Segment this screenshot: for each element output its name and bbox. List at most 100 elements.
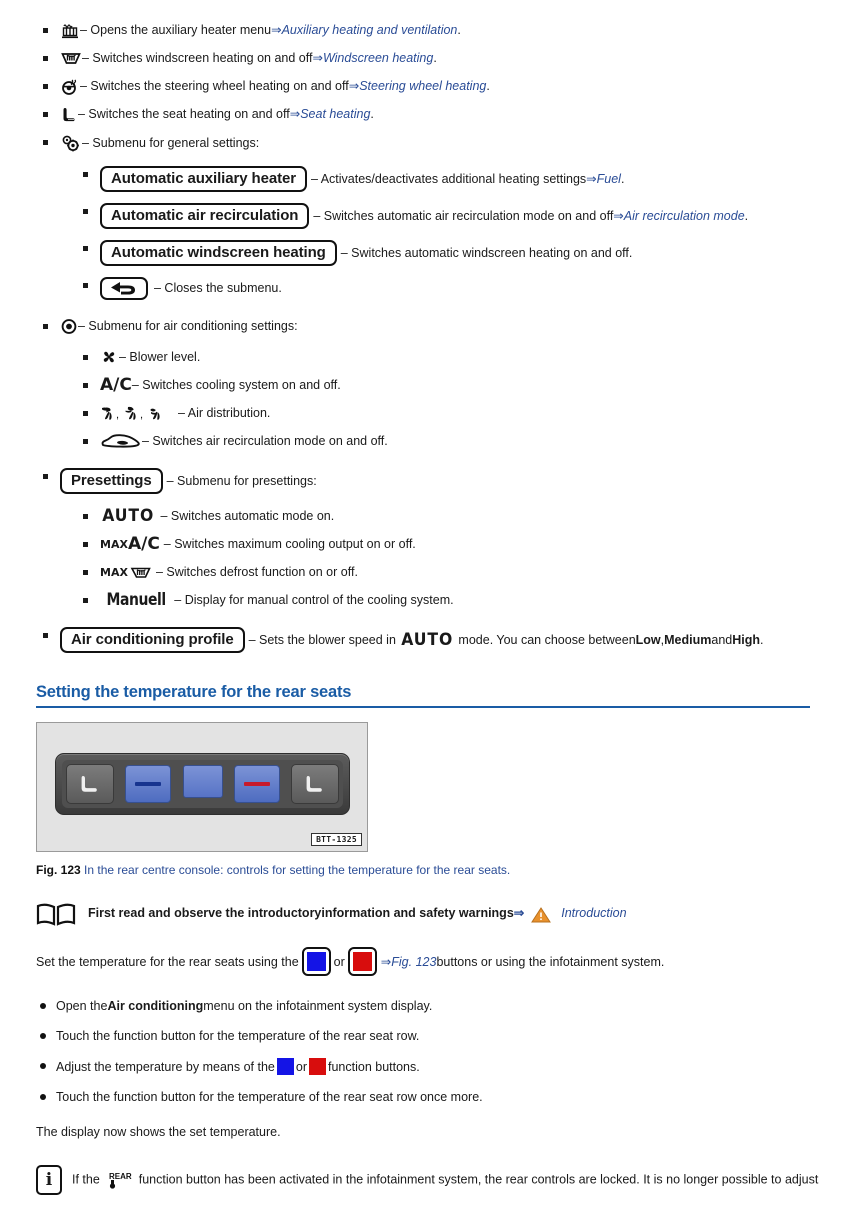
list-item: Touch the function button for the temper…	[40, 1028, 848, 1044]
climate-menu-list: – Opens the auxiliary heater menu ⇒ Auxi…	[0, 22, 848, 653]
document-page: – Opens the auxiliary heater menu ⇒ Auxi…	[0, 22, 848, 1222]
list-item-text: – Opens the auxiliary heater menu	[80, 23, 272, 37]
figure-caption-text: In the rear centre console: controls for…	[80, 863, 511, 877]
step-text-before: Touch the function button for the temper…	[56, 1029, 420, 1043]
list-item-tail: .	[486, 79, 490, 93]
list-item: A/C – Switches cooling system on and off…	[83, 377, 848, 394]
list-item: – Switches the steering wheel heating on…	[43, 78, 848, 95]
list-item: Open the Air conditioning menu on the in…	[40, 998, 848, 1014]
menu-button-air-conditioning-profile[interactable]: Air conditioning profile	[60, 627, 245, 653]
profile-tail: .	[760, 632, 764, 647]
auto-text-icon: AUTO	[401, 629, 454, 650]
list-item: – Switches air recirculation mode on and…	[83, 433, 848, 450]
cross-reference-link[interactable]: Seat heating	[300, 106, 370, 123]
list-item-text: – Submenu for presettings:	[166, 473, 317, 488]
step-text-before: Open the	[56, 999, 108, 1013]
step-or: or	[295, 1059, 307, 1074]
target-dot-icon	[60, 318, 78, 335]
list-item: Adjust the temperature by means of the o…	[40, 1058, 848, 1075]
menu-button-close-submenu[interactable]	[100, 277, 148, 300]
list-item-text: – Switches the steering wheel heating on…	[80, 79, 349, 93]
blue-bar-icon	[135, 782, 162, 786]
step-text-before: Touch the function button for the temper…	[56, 1090, 483, 1104]
step-bold: Air conditioning	[107, 999, 204, 1013]
red-swatch-icon[interactable]	[309, 1058, 326, 1075]
rear-console-illustration	[55, 753, 350, 815]
air-recirculation-car-icon	[100, 433, 142, 450]
red-swatch-icon	[352, 952, 372, 971]
blower-fan-icon	[100, 349, 119, 366]
red-button-swatch[interactable]	[347, 947, 377, 976]
seat-heating-icon	[60, 106, 78, 123]
left-temperature-down-button[interactable]	[125, 765, 172, 803]
air-distribution-icons: , ,	[100, 405, 178, 422]
intro-note-text: First read and observe the introductoryi…	[88, 906, 514, 921]
back-arrow-icon	[109, 281, 139, 296]
list-item: MAX – Switches defrost function on or of…	[83, 564, 848, 581]
intro-note: First read and observe the introductoryi…	[36, 901, 848, 927]
list-item: – Opens the auxiliary heater menu ⇒ Auxi…	[43, 22, 848, 39]
red-bar-icon	[243, 782, 270, 786]
right-seat-heating-button[interactable]	[291, 764, 339, 804]
option-low: Low	[635, 632, 661, 647]
cross-reference-link[interactable]: Air recirculation mode	[624, 208, 745, 225]
step-text-after: menu on the infotainment system display.	[203, 999, 433, 1013]
list-item-tail: .	[433, 51, 437, 65]
left-seat-heating-button[interactable]	[66, 764, 114, 804]
paragraph-or: or	[333, 954, 345, 969]
svg-text:,: ,	[140, 409, 143, 421]
list-item-text: – Submenu for air conditioning settings:	[78, 319, 298, 333]
cross-reference-link[interactable]: Auxiliary heating and ventilation	[282, 22, 458, 39]
steps-list: Open the Air conditioning menu on the in…	[36, 998, 848, 1105]
cross-reference-link[interactable]: Introduction	[561, 906, 626, 920]
list-item-text: – Switches maximum cooling output on or …	[163, 537, 416, 551]
cross-reference-link[interactable]: Windscreen heating	[323, 50, 433, 67]
figure-tag: BTT-1325	[311, 833, 362, 846]
list-item-text: – Switches air recirculation mode on and…	[142, 434, 388, 448]
list-item: Presettings – Submenu for presettings:	[43, 468, 848, 494]
reference-arrow: ⇒	[513, 906, 525, 921]
menu-button-presettings[interactable]: Presettings	[60, 468, 163, 494]
cross-reference-link[interactable]: Fig. 123	[391, 955, 436, 969]
cross-reference-link[interactable]: Steering wheel heating	[359, 78, 486, 95]
seat-heating-icon	[306, 776, 322, 792]
list-item-text: – Activates/deactivates additional heati…	[310, 171, 587, 186]
info-icon: i	[36, 1165, 62, 1195]
blue-swatch-icon[interactable]	[276, 1058, 294, 1075]
auto-text-icon: AUTO	[102, 506, 155, 526]
max-ac-text-icon: A/C	[127, 534, 160, 554]
warning-triangle-icon	[530, 906, 551, 923]
right-temperature-up-button[interactable]	[233, 765, 280, 803]
rear-function-icon: REAR	[105, 1170, 133, 1190]
max-prefix-label: MAX	[100, 566, 128, 579]
windscreen-heating-icon	[60, 50, 82, 67]
profile-text-mid: mode. You can choose between	[458, 632, 636, 647]
info-note: i If the REAR function button has been a…	[36, 1165, 848, 1195]
figure: BTT-1325	[36, 722, 848, 852]
set-temperature-paragraph: Set the temperature for the rear seats u…	[36, 947, 848, 976]
centre-display-button[interactable]	[182, 765, 223, 798]
option-medium: Medium	[664, 632, 712, 647]
list-item: Air conditioning profile – Sets the blow…	[43, 627, 848, 653]
list-item: – Switches the seat heating on and off ⇒…	[43, 106, 848, 123]
list-item-tail: .	[370, 107, 374, 121]
menu-button-automatic-air-recirculation[interactable]: Automatic air recirculation	[100, 203, 310, 229]
cross-reference-link[interactable]: Fuel	[597, 171, 621, 188]
list-item-text: – Switches automatic air recirculation m…	[313, 208, 614, 223]
profile-text-before: – Sets the blower speed in	[248, 632, 396, 647]
menu-button-automatic-windscreen-heating[interactable]: Automatic windscreen heating	[100, 240, 337, 266]
intro-note-body: First read and observe the introductoryi…	[88, 905, 627, 923]
list-item-text: – Switches automatic mode on.	[160, 509, 335, 523]
reference-arrow: ⇒	[613, 208, 624, 223]
list-item-tail: .	[620, 171, 625, 186]
presettings-sublist: AUTO – Switches automatic mode on. MAX A…	[60, 508, 848, 609]
general-settings-gear-icon	[60, 134, 82, 152]
reference-arrow: ⇒	[348, 79, 360, 93]
svg-text:REAR: REAR	[109, 1172, 132, 1181]
list-item: – Submenu for general settings:	[43, 134, 848, 152]
blue-button-swatch[interactable]	[301, 947, 331, 976]
menu-button-automatic-auxiliary-heater[interactable]: Automatic auxiliary heater	[100, 166, 307, 192]
option-high: High	[732, 632, 761, 647]
reference-arrow: ⇒	[312, 51, 323, 65]
figure-image: BTT-1325	[36, 722, 368, 852]
